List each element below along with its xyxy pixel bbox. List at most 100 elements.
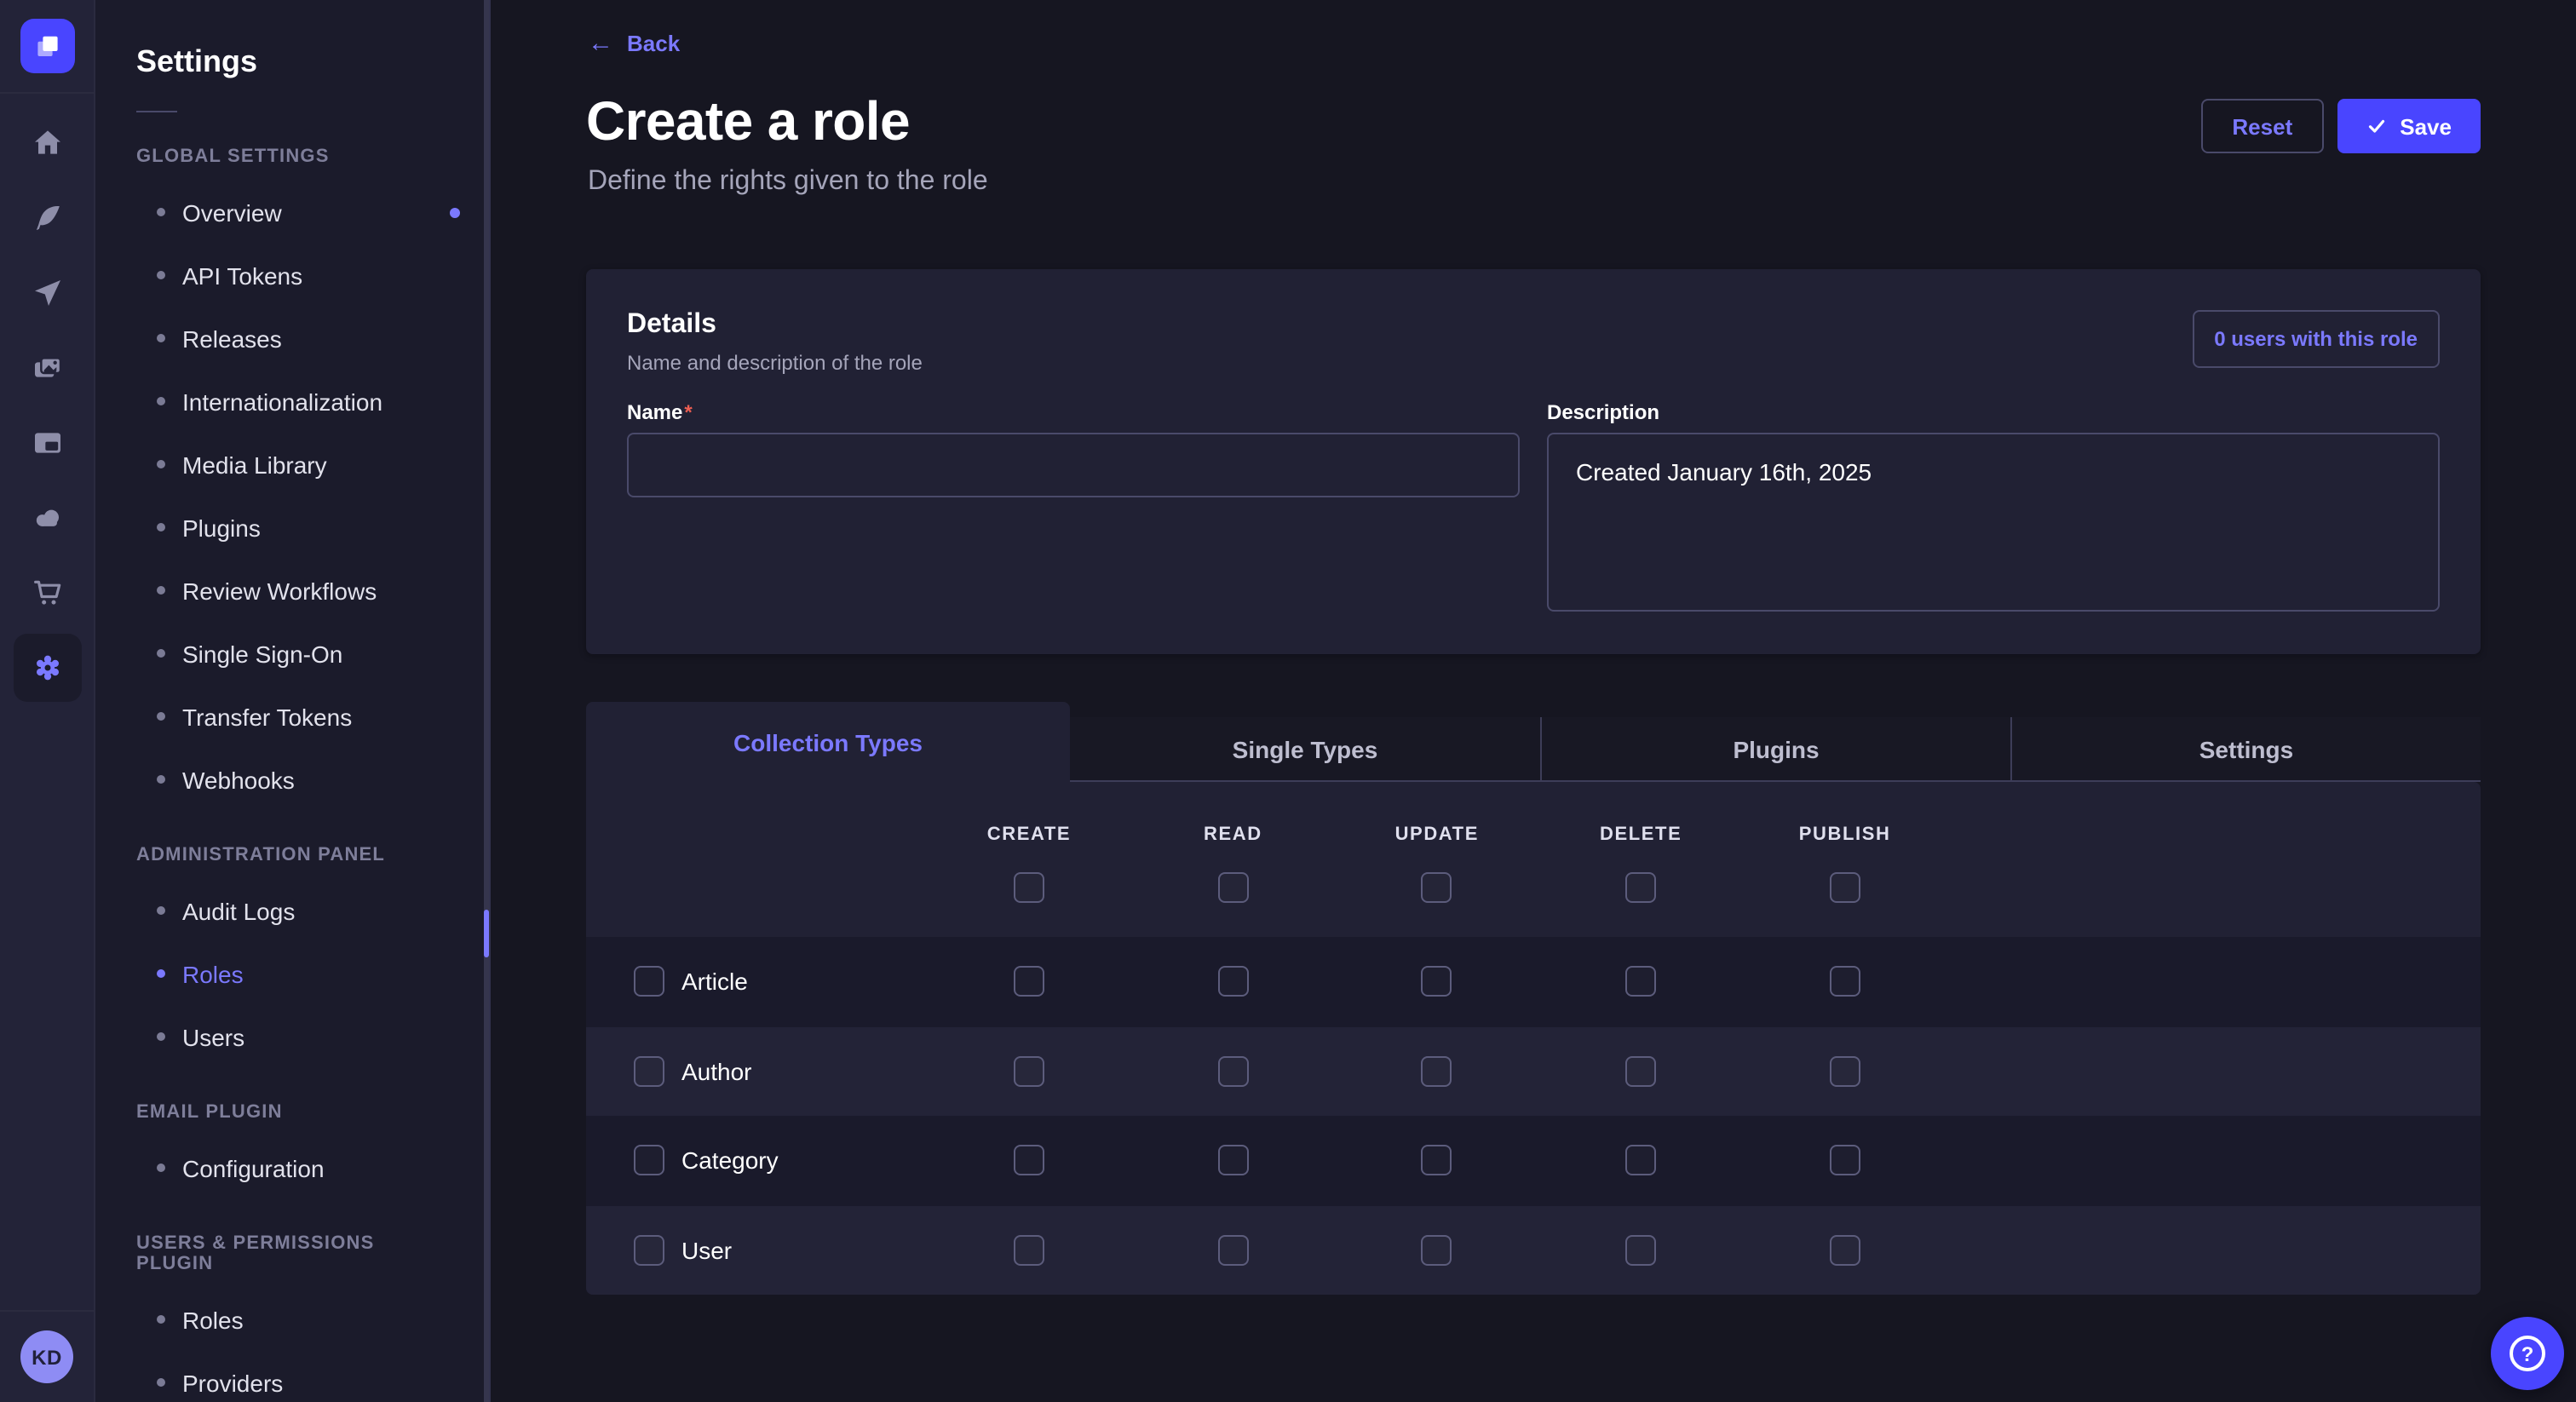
author-update-checkbox[interactable] — [1422, 1056, 1452, 1087]
sidebar-item-overview[interactable]: Overview — [95, 181, 489, 244]
category-read-checkbox[interactable] — [1217, 1146, 1248, 1176]
rail-icon-list — [0, 94, 94, 702]
author-publish-checkbox[interactable] — [1830, 1056, 1860, 1087]
row-select-checkbox[interactable] — [634, 967, 664, 997]
sidebar-item-media-library[interactable]: Media Library — [95, 433, 489, 496]
user-delete-checkbox[interactable] — [1625, 1235, 1656, 1266]
users-with-role-button[interactable]: 0 users with this role — [2192, 310, 2440, 368]
section-label: GLOBAL SETTINGS — [136, 147, 448, 167]
bullet-icon — [157, 712, 165, 721]
sidebar-item-audit-logs[interactable]: Audit Logs — [95, 879, 489, 942]
cloud-icon — [30, 501, 64, 535]
save-button[interactable]: Save — [2337, 99, 2481, 153]
user-read-checkbox[interactable] — [1217, 1235, 1248, 1266]
name-input[interactable] — [627, 433, 1520, 497]
reset-button[interactable]: Reset — [2201, 99, 2323, 153]
tab-collection-types[interactable]: Collection Types — [586, 702, 1070, 782]
sidebar-item-roles[interactable]: Roles — [95, 1288, 489, 1351]
main-nav-rail: KD — [0, 0, 95, 1402]
rail-button-gear-icon[interactable] — [13, 634, 81, 702]
back-link[interactable]: ← Back — [588, 31, 680, 56]
select-all-publish-checkbox[interactable] — [1830, 872, 1860, 903]
rail-button-cloud-icon[interactable] — [30, 501, 64, 535]
article-delete-checkbox[interactable] — [1625, 967, 1656, 997]
bullet-icon — [157, 1378, 165, 1387]
bullet-icon — [157, 649, 165, 658]
details-card: Details Name and description of the role… — [586, 269, 2481, 654]
bullet-icon — [157, 271, 165, 279]
tab-single-types[interactable]: Single Types — [1070, 717, 1540, 782]
sidebar-item-label: Roles — [182, 1306, 244, 1333]
select-all-read-checkbox[interactable] — [1217, 872, 1248, 903]
gear-icon — [30, 651, 64, 685]
sidebar-item-label: Audit Logs — [182, 897, 295, 924]
permission-row-user: User — [586, 1205, 2481, 1295]
sidebar-item-single-sign-on[interactable]: Single Sign-On — [95, 622, 489, 685]
sidebar-item-releases[interactable]: Releases — [95, 307, 489, 370]
rail-button-cart-icon[interactable] — [30, 576, 64, 610]
rail-button-layout-icon[interactable] — [30, 426, 64, 460]
sidebar-item-plugins[interactable]: Plugins — [95, 496, 489, 559]
sidebar-item-transfer-tokens[interactable]: Transfer Tokens — [95, 685, 489, 748]
sidebar-item-roles[interactable]: Roles — [95, 942, 489, 1005]
row-select-checkbox[interactable] — [634, 1235, 664, 1266]
category-delete-checkbox[interactable] — [1625, 1146, 1656, 1176]
row-select-checkbox[interactable] — [634, 1056, 664, 1087]
rail-button-home-icon[interactable] — [30, 126, 64, 160]
row-select-checkbox[interactable] — [634, 1146, 664, 1176]
select-all-create-checkbox[interactable] — [1014, 872, 1044, 903]
sidebar-item-users[interactable]: Users — [95, 1005, 489, 1068]
select-all-update-checkbox[interactable] — [1422, 872, 1452, 903]
pictures-icon — [30, 351, 64, 385]
rail-button-pictures-icon[interactable] — [30, 351, 64, 385]
content-type-label: User — [681, 1237, 732, 1264]
sidebar-item-review-workflows[interactable]: Review Workflows — [95, 559, 489, 622]
avatar[interactable]: KD — [20, 1330, 73, 1383]
permissions-header: CREATEREADUPDATEDELETEPUBLISH — [586, 782, 2481, 937]
bullet-icon — [157, 1164, 165, 1172]
author-read-checkbox[interactable] — [1217, 1056, 1248, 1087]
tab-plugins[interactable]: Plugins — [1540, 717, 2010, 782]
sidebar-item-providers[interactable]: Providers — [95, 1351, 489, 1402]
sidebar-item-api-tokens[interactable]: API Tokens — [95, 244, 489, 307]
sidebar-item-label: Single Sign-On — [182, 640, 342, 667]
article-create-checkbox[interactable] — [1014, 967, 1044, 997]
category-update-checkbox[interactable] — [1422, 1146, 1452, 1176]
rail-footer: KD — [0, 1310, 94, 1402]
description-label: Description — [1547, 400, 2440, 424]
article-update-checkbox[interactable] — [1422, 967, 1452, 997]
rail-button-feather-icon[interactable] — [30, 201, 64, 235]
user-create-checkbox[interactable] — [1014, 1235, 1044, 1266]
bullet-icon — [157, 523, 165, 531]
category-publish-checkbox[interactable] — [1830, 1146, 1860, 1176]
subnav-scrollbar-thumb[interactable] — [484, 910, 489, 957]
bullet-icon — [157, 208, 165, 216]
page-title: Create a role — [586, 90, 910, 153]
name-field-group: Name* — [627, 400, 1520, 620]
user-update-checkbox[interactable] — [1422, 1235, 1452, 1266]
permission-row-author: Author — [586, 1026, 2481, 1116]
author-delete-checkbox[interactable] — [1625, 1056, 1656, 1087]
sidebar-item-configuration[interactable]: Configuration — [95, 1136, 489, 1199]
subnav-scrollbar-track[interactable] — [484, 0, 489, 1402]
section-label: ADMINISTRATION PANEL — [136, 845, 448, 865]
rail-button-paper-plane-icon[interactable] — [30, 276, 64, 310]
category-create-checkbox[interactable] — [1014, 1146, 1044, 1176]
article-publish-checkbox[interactable] — [1830, 967, 1860, 997]
author-create-checkbox[interactable] — [1014, 1056, 1044, 1087]
help-button[interactable]: ? — [2491, 1317, 2564, 1390]
sidebar-item-label: Review Workflows — [182, 577, 377, 604]
cart-icon — [30, 576, 64, 610]
description-textarea[interactable]: Created January 16th, 2025 — [1547, 433, 2440, 612]
feather-icon — [30, 201, 64, 235]
permissions-rows: ArticleAuthorCategoryUser — [586, 937, 2481, 1295]
permissions-tablist: Collection TypesSingle TypesPluginsSetti… — [586, 702, 2481, 782]
sidebar-item-internationalization[interactable]: Internationalization — [95, 370, 489, 433]
user-publish-checkbox[interactable] — [1830, 1235, 1860, 1266]
article-read-checkbox[interactable] — [1217, 967, 1248, 997]
workspace-logo-container[interactable] — [0, 0, 94, 94]
sidebar-item-webhooks[interactable]: Webhooks — [95, 748, 489, 811]
settings-subnav: Settings GLOBAL SETTINGSOverviewAPI Toke… — [95, 0, 491, 1402]
tab-settings[interactable]: Settings — [2010, 717, 2481, 782]
select-all-delete-checkbox[interactable] — [1625, 872, 1656, 903]
